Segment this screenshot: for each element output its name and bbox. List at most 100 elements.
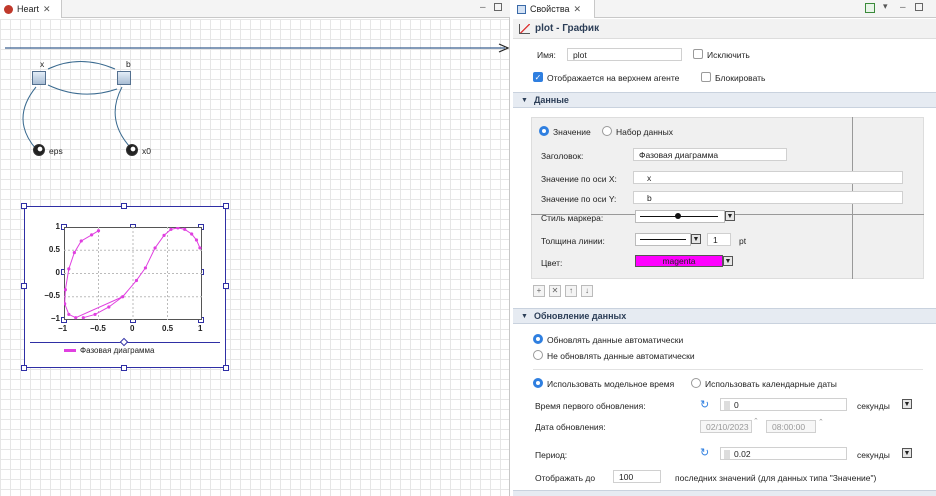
radio-auto-update[interactable] (533, 334, 543, 344)
radio-model-time[interactable] (533, 378, 543, 388)
resize-handle[interactable] (223, 365, 229, 371)
y-tick-label: 1 (55, 222, 60, 231)
data-point (153, 246, 157, 250)
period-value: 0.02 (734, 449, 751, 459)
line-width-dropdown[interactable]: ▼ (691, 234, 701, 244)
resize-handle[interactable] (21, 283, 27, 289)
marker-dot-sample (675, 213, 681, 219)
line-width-sample (640, 239, 686, 240)
data-point (93, 312, 97, 317)
y-tick-label: 0 (55, 268, 60, 277)
period-input[interactable]: 0.02 (720, 447, 847, 460)
resize-handle[interactable] (223, 283, 229, 289)
calendar-label: Использовать календарные даты (705, 379, 837, 389)
marker-style-label: Стиль маркера: (541, 213, 604, 223)
tab-heart-label: Heart (17, 4, 40, 14)
marker-style-select[interactable] (635, 210, 725, 223)
x-value-input[interactable]: x (633, 171, 903, 184)
line-width-label: Толщина линии: (541, 236, 605, 246)
menu-icon[interactable]: ▾ (883, 1, 888, 12)
collapse-icon: ▼ (521, 312, 528, 320)
tab-properties[interactable]: Свойства ✕ (513, 0, 595, 18)
first-update-label: Время первого обновления: (535, 401, 646, 411)
date-spinner-icon[interactable]: ⌃ (753, 417, 759, 425)
data-point (67, 312, 71, 317)
close-icon[interactable]: ✕ (574, 4, 582, 15)
resize-handle[interactable] (21, 203, 27, 209)
move-up-icon[interactable]: ↑ (565, 285, 577, 297)
auto-update-label: Обновлять данные автоматически (547, 335, 684, 345)
update-date-label: Дата обновления: (535, 422, 606, 432)
properties-title: plot - График (535, 23, 600, 34)
line-width-input[interactable]: 1 (707, 233, 731, 246)
color-dropdown[interactable]: ▼ (723, 256, 733, 266)
no-auto-update-label: Не обновлять данные автоматически (547, 351, 695, 361)
close-icon[interactable]: ✕ (43, 4, 51, 15)
period-unit-dropdown[interactable]: ▼ (902, 448, 912, 458)
minimize-icon[interactable]: – (900, 2, 906, 13)
resize-handle[interactable] (121, 365, 127, 371)
diagram-canvas[interactable]: x b eps x0 1 0.5 0 −0.5 −1 −1 −0.5 0 0.5… (0, 19, 509, 496)
show-top-label: Отображается на верхнем агенте (547, 73, 680, 83)
properties-pane: Свойства ✕ ▾ – plot - График Имя: plot И… (513, 0, 936, 496)
y-value-input[interactable]: b (633, 191, 903, 204)
move-down-icon[interactable]: ↓ (581, 285, 593, 297)
radio-value[interactable] (539, 126, 549, 136)
stock-b[interactable] (117, 71, 131, 85)
radio-no-auto-update[interactable] (533, 350, 543, 360)
marker-style-dropdown[interactable]: ▼ (725, 211, 735, 221)
lock-label: Блокировать (715, 73, 766, 83)
x-tick-label: −1 (58, 324, 68, 333)
radio-dataset-label: Набор данных (616, 127, 673, 137)
legend-swatch (64, 349, 76, 352)
show-top-checkbox[interactable]: ✓ (533, 72, 543, 82)
export-icon[interactable] (865, 3, 875, 13)
update-section-header[interactable]: ▼ Обновление данных (513, 308, 936, 324)
update-time-input[interactable]: 08:00:00 (766, 420, 816, 433)
minimize-icon[interactable]: – (480, 2, 486, 13)
line-width-unit: pt (739, 236, 747, 246)
update-date-input[interactable]: 02/10/2023 (700, 420, 752, 433)
line-width-select[interactable] (635, 233, 691, 246)
add-icon[interactable]: + (533, 285, 545, 297)
x-value-label: Значение по оси X: (541, 174, 617, 184)
properties-tab-bar: Свойства ✕ ▾ – (513, 0, 936, 18)
resize-handle[interactable] (121, 203, 127, 209)
delete-icon[interactable]: ✕ (549, 285, 561, 297)
maximize-icon[interactable] (494, 3, 502, 11)
radio-calendar[interactable] (691, 378, 701, 388)
stock-b-label: b (126, 59, 131, 69)
arrow-x0-to-b (114, 86, 131, 148)
chart-icon (519, 23, 530, 34)
maximize-icon[interactable] (915, 3, 923, 11)
tab-heart[interactable]: Heart ✕ (0, 0, 62, 18)
refresh-icon[interactable]: ↻ (700, 398, 709, 411)
data-point (81, 316, 85, 320)
lock-checkbox[interactable] (701, 72, 711, 82)
color-select[interactable]: magenta (635, 255, 723, 267)
y-value-text: b (647, 193, 652, 203)
color-label: Цвет: (541, 258, 563, 268)
arrow-b-to-x (47, 84, 118, 95)
data-point (176, 227, 180, 230)
first-update-value: 0 (734, 400, 739, 410)
stock-x[interactable] (32, 71, 46, 85)
exclude-checkbox[interactable] (693, 49, 703, 59)
first-update-input[interactable]: 0 (720, 398, 847, 411)
time-spinner-icon[interactable]: ⌃ (818, 418, 824, 426)
name-input[interactable]: plot (567, 48, 682, 61)
show-last-input[interactable]: 100 (613, 470, 661, 483)
data-point (143, 266, 148, 270)
resize-handle[interactable] (223, 203, 229, 209)
first-update-unit-dropdown[interactable]: ▼ (902, 399, 912, 409)
resize-handle[interactable] (21, 365, 27, 371)
param-x0-icon[interactable] (126, 144, 138, 156)
refresh-icon[interactable]: ↻ (700, 446, 709, 459)
data-section-header[interactable]: ▼ Данные (513, 92, 936, 108)
param-x0-label: x0 (142, 146, 151, 156)
data-point (121, 295, 125, 299)
title-input[interactable]: Фазовая диаграмма (633, 148, 787, 161)
x-tick-label: −0.5 (90, 324, 106, 333)
param-eps-icon[interactable] (33, 144, 45, 156)
radio-dataset[interactable] (602, 126, 612, 136)
